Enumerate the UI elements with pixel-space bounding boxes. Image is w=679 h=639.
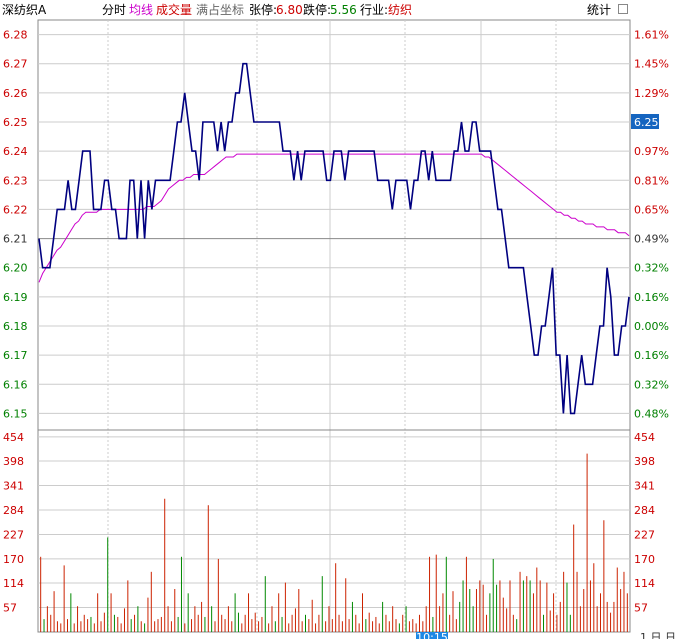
percent-tick-label: 0.16%: [634, 291, 669, 304]
percent-tick-label: 1.61%: [634, 29, 669, 42]
volume-tick-label-right: 170: [634, 553, 655, 566]
volume-tick-label: 114: [3, 577, 24, 590]
volume-tick-label-right: 114: [634, 577, 655, 590]
percent-tick-label: 1.29%: [634, 87, 669, 100]
price-tick-label: 6.28: [3, 29, 28, 42]
intraday-chart: 6.28 1.61% 6.27 1.45% 6.26 1.29% 6.25 6.24 0.97%…: [3, 19, 676, 639]
volume-tick-label-right: 57: [634, 602, 648, 615]
volume-tick-label-right: 227: [634, 528, 655, 541]
price-tick-label: 6.20: [3, 262, 28, 275]
price-tick-label: 6.25: [3, 116, 28, 129]
percent-tick-label: 0.81%: [634, 174, 669, 187]
volume-tick-label-right: 398: [634, 455, 655, 468]
percent-tick-label: 0.32%: [634, 378, 669, 391]
volume-tick-label: 170: [3, 553, 24, 566]
price-axis: 6.28 1.61% 6.27 1.45% 6.26 1.29% 6.25 6.24 0.97%…: [3, 29, 669, 421]
price-tick-label: 6.21: [3, 233, 28, 246]
volume-tick-label-right: 341: [634, 479, 655, 492]
price-tick-label: 6.19: [3, 291, 28, 304]
price-tick-label: 6.23: [3, 174, 28, 187]
price-tick-label: 6.22: [3, 203, 28, 216]
volume-tick-label-right: 454: [634, 431, 655, 444]
current-price-label: 6.25: [634, 116, 659, 129]
percent-tick-label: 0.65%: [634, 203, 669, 216]
volume-tick-label: 398: [3, 455, 24, 468]
percent-tick-label: 0.32%: [634, 262, 669, 275]
price-tick-label: 6.16: [3, 378, 28, 391]
time-cursor-label: 10:15: [416, 631, 448, 639]
volume-tick-label: 57: [3, 602, 17, 615]
price-tick-label: 6.27: [3, 58, 28, 71]
volume-tick-label: 454: [3, 431, 24, 444]
volume-tick-label-right: 284: [634, 504, 655, 517]
volume-bars: [40, 453, 628, 632]
bottom-right-label: 1 日 日: [640, 631, 676, 639]
percent-tick-label: 0.16%: [634, 349, 669, 362]
percent-tick-label: 0.48%: [634, 407, 669, 420]
percent-tick-label: 0.49%: [634, 233, 669, 246]
price-tick-label: 6.15: [3, 407, 28, 420]
percent-tick-label: 0.00%: [634, 320, 669, 333]
volume-tick-label: 227: [3, 528, 24, 541]
price-tick-label: 6.17: [3, 349, 28, 362]
percent-tick-label: 1.45%: [634, 58, 669, 71]
percent-tick-label: 0.97%: [634, 145, 669, 158]
price-tick-label: 6.26: [3, 87, 28, 100]
volume-axis: 454 454 398 398 341 341 284 284 227 227 170 170 114 1…: [3, 429, 655, 615]
volume-tick-label: 284: [3, 504, 24, 517]
volume-tick-label: 341: [3, 479, 24, 492]
price-tick-label: 6.24: [3, 145, 28, 158]
price-tick-label: 6.18: [3, 320, 28, 333]
